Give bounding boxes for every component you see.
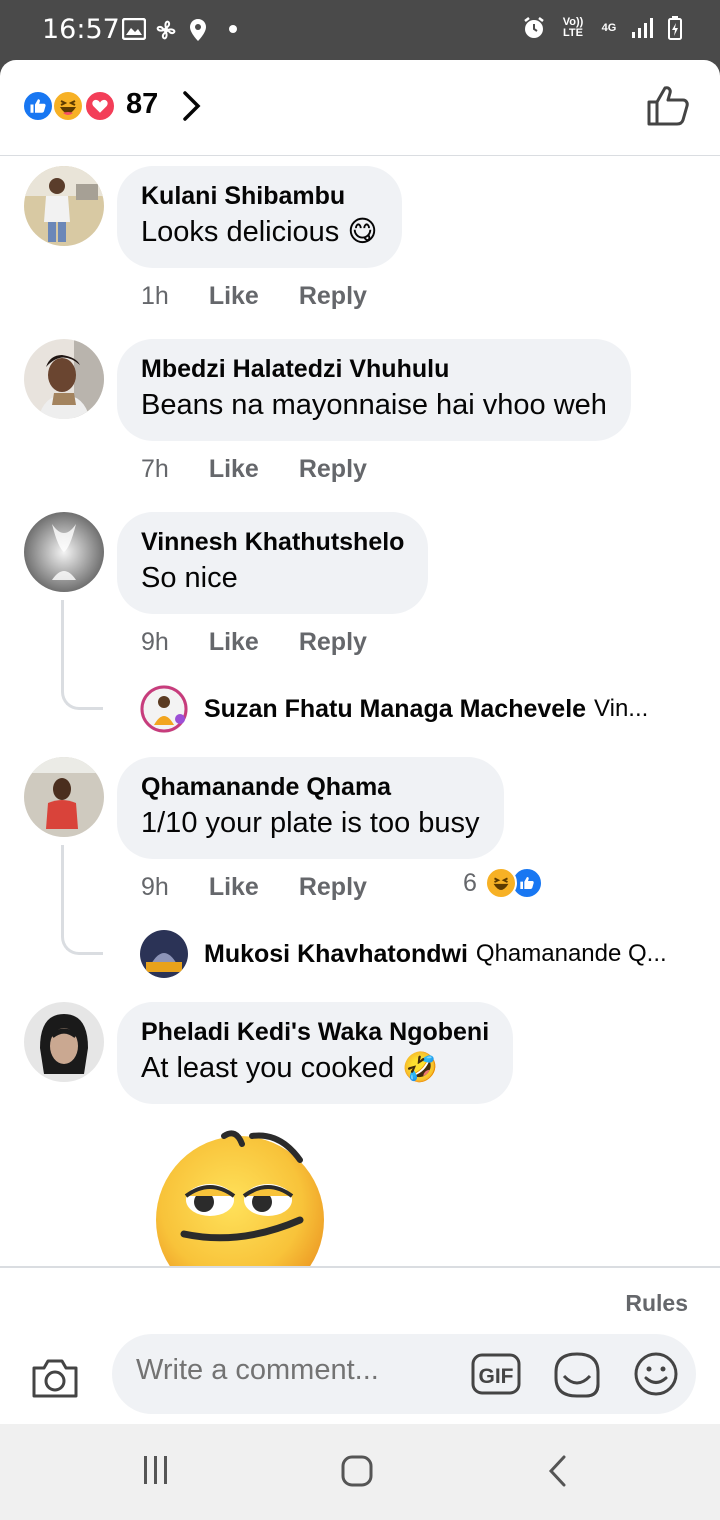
alarm-icon <box>524 17 544 38</box>
reply-button[interactable]: Reply <box>299 873 367 902</box>
comment-bubble[interactable]: Qhamanande Qhama 1/10 your plate is too … <box>117 757 504 859</box>
status-bar: 16:57 Vo)) LTE 4G <box>0 0 720 60</box>
comment-bubble[interactable]: Mbedzi Halatedzi Vhuhulu Beans na mayonn… <box>117 339 631 441</box>
comment-timestamp: 9h <box>141 628 169 656</box>
avatar[interactable] <box>24 757 104 837</box>
comment-actions: 1h Like Reply <box>141 282 367 311</box>
comment-timestamp: 1h <box>141 282 169 310</box>
haha-icon <box>484 867 517 899</box>
notification-dot-icon <box>229 25 237 33</box>
comment-box[interactable]: GIF <box>112 1334 696 1414</box>
status-time: 16:57 <box>42 14 120 45</box>
haha-icon <box>52 90 84 122</box>
like-button[interactable]: Like <box>209 455 259 484</box>
recent-apps-icon[interactable] <box>140 1454 172 1486</box>
reply-author[interactable]: Mukosi Khavhatondwi <box>204 940 468 969</box>
comment-reactions[interactable]: 6 <box>463 867 543 899</box>
comment-text: 1/10 your plate is too busy <box>141 807 480 839</box>
comment-author[interactable]: Mbedzi Halatedzi Vhuhulu <box>141 353 607 385</box>
emoji-sticker[interactable] <box>150 1130 330 1270</box>
reaction-count[interactable]: 87 <box>126 88 158 121</box>
reply-button[interactable]: Reply <box>299 455 367 484</box>
comment-reaction-count[interactable]: 6 <box>463 869 477 898</box>
system-nav-bar <box>0 1424 720 1520</box>
reply-preview[interactable]: Mukosi Khavhatondwi Qhamanande Q... <box>140 929 700 979</box>
avatar[interactable] <box>24 1002 104 1082</box>
comment-bubble[interactable]: Kulani Shibambu Looks delicious 😋 <box>117 166 402 268</box>
thread-connector <box>61 600 103 710</box>
home-icon[interactable] <box>340 1454 374 1488</box>
location-icon <box>190 19 206 41</box>
battery-icon <box>668 16 682 40</box>
like-button[interactable]: Like <box>209 873 259 902</box>
comment-text: So nice <box>141 562 238 594</box>
love-icon <box>84 90 116 122</box>
comment-actions: 9h Like Reply <box>141 873 367 902</box>
comment-bubble[interactable]: Pheladi Kedi's Waka Ngobeni At least you… <box>117 1002 514 1104</box>
reply-preview[interactable]: Suzan Fhatu Managa Machevele Vin... <box>140 684 700 734</box>
reactions-header[interactable]: 87 <box>0 60 720 156</box>
comment-author[interactable]: Pheladi Kedi's Waka Ngobeni <box>141 1016 489 1048</box>
avatar[interactable] <box>24 166 104 246</box>
camera-icon[interactable] <box>30 1356 80 1400</box>
reply-avatar[interactable] <box>140 685 188 733</box>
thread-connector <box>61 845 103 955</box>
comment-timestamp: 7h <box>141 455 169 483</box>
reply-author[interactable]: Suzan Fhatu Managa Machevele <box>204 695 586 724</box>
gallery-icon <box>122 18 146 40</box>
fan-icon <box>156 20 176 40</box>
back-icon[interactable] <box>546 1454 570 1488</box>
comment-author[interactable]: Vinnesh Khathutshelo <box>141 526 404 558</box>
reply-button[interactable]: Reply <box>299 628 367 657</box>
gif-icon[interactable]: GIF <box>470 1350 522 1398</box>
reply-button[interactable]: Reply <box>299 282 367 311</box>
comment-timestamp: 9h <box>141 873 169 901</box>
comment-author[interactable]: Kulani Shibambu <box>141 180 378 212</box>
signal-icon <box>632 18 653 38</box>
gif-label: GIF <box>479 1365 514 1388</box>
sticker-icon[interactable] <box>552 1350 602 1400</box>
comment-actions: 7h Like Reply <box>141 455 367 484</box>
reply-text: Qhamanande Q... <box>475 940 667 967</box>
comment-composer: Rules GIF <box>0 1266 720 1424</box>
comment-input[interactable] <box>136 1354 456 1387</box>
emoji-icon[interactable] <box>632 1350 680 1398</box>
reply-avatar[interactable] <box>140 930 188 978</box>
comment-bubble[interactable]: Vinnesh Khathutshelo So nice <box>117 512 429 614</box>
thumbs-up-icon[interactable] <box>646 84 690 128</box>
comment-actions: 9h Like Reply <box>141 628 367 657</box>
comments-sheet: 87 Kulani Shibambu Looks delicious 😋 1h … <box>0 60 720 1424</box>
reaction-icons[interactable] <box>22 90 122 124</box>
avatar[interactable] <box>24 339 104 419</box>
comment-text: Beans na mayonnaise hai vhoo weh <box>141 389 607 421</box>
comment-author[interactable]: Qhamanande Qhama <box>141 771 480 803</box>
like-button[interactable]: Like <box>209 628 259 657</box>
like-button[interactable]: Like <box>209 282 259 311</box>
reply-text: Vin... <box>594 695 649 722</box>
like-icon <box>22 90 54 122</box>
chevron-right-icon[interactable] <box>180 90 204 122</box>
network-label: 4G <box>601 21 617 34</box>
comment-text: At least you cooked 🤣 <box>141 1052 439 1084</box>
rules-link[interactable]: Rules <box>625 1290 688 1317</box>
avatar[interactable] <box>24 512 104 592</box>
volte-label: Vo)) LTE <box>562 16 584 39</box>
comment-text: Looks delicious 😋 <box>141 216 378 248</box>
